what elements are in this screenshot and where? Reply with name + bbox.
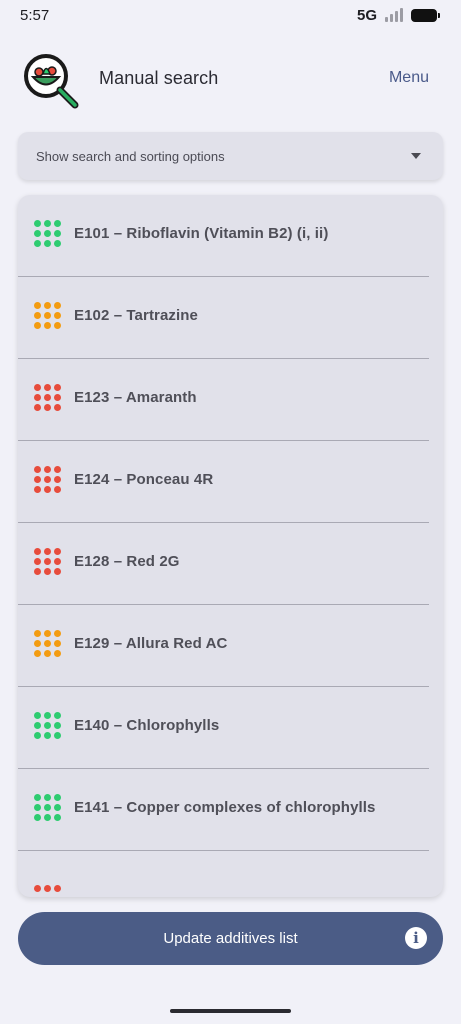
rating-dots-icon (34, 465, 61, 493)
additive-label: E140 – Chlorophylls (74, 716, 220, 734)
app-bar: Manual search Menu (0, 46, 461, 110)
info-icon[interactable]: i (405, 927, 427, 949)
list-item[interactable]: E129 – Allura Red AC (18, 605, 443, 687)
list-item[interactable]: E123 – Amaranth (18, 359, 443, 441)
additive-label: E124 – Ponceau 4R (74, 470, 214, 488)
status-time: 5:57 (20, 6, 50, 24)
signal-icon (385, 8, 403, 22)
list-item[interactable]: E128 – Red 2G (18, 523, 443, 605)
network-label: 5G (356, 6, 377, 24)
additives-list[interactable]: E101 – Riboflavin (Vitamin B2) (i, ii) E… (18, 195, 443, 897)
rating-dots-icon (34, 629, 61, 657)
status-icons: 5G (356, 6, 440, 24)
rating-dots-icon (34, 301, 61, 329)
home-indicator[interactable] (170, 1009, 291, 1013)
search-options-toggle[interactable]: Show search and sorting options (18, 132, 443, 180)
list-item[interactable]: E102 – Tartrazine (18, 277, 443, 359)
caret-down-icon (411, 153, 421, 159)
list-item[interactable]: E141 – Copper complexes of chlorophylls (18, 769, 443, 851)
search-options-label: Show search and sorting options (36, 148, 225, 164)
additive-label: E101 – Riboflavin (Vitamin B2) (i, ii) (74, 224, 329, 242)
list-item[interactable]: E124 – Ponceau 4R (18, 441, 443, 523)
update-additives-label: Update additives list (163, 930, 298, 947)
status-bar: 5:57 5G (0, 0, 461, 30)
menu-button[interactable]: Menu (389, 69, 429, 87)
additive-label: E102 – Tartrazine (74, 306, 198, 324)
page-title: Manual search (99, 68, 219, 88)
list-item[interactable]: E101 – Riboflavin (Vitamin B2) (i, ii) (18, 195, 443, 277)
additive-label: E128 – Red 2G (74, 552, 180, 570)
update-additives-button[interactable]: Update additives list i (18, 912, 443, 965)
rating-dots-icon (34, 711, 61, 739)
rating-dots-icon (34, 219, 61, 247)
list-item[interactable] (18, 851, 443, 892)
additive-label: E123 – Amaranth (74, 388, 197, 406)
rating-dots-icon (34, 793, 61, 821)
battery-icon (411, 8, 440, 22)
magnifier-salad-icon (24, 54, 79, 109)
rating-dots-icon (34, 884, 61, 892)
rating-dots-icon (34, 383, 61, 411)
additive-label: E141 – Copper complexes of chlorophylls (74, 798, 376, 816)
additive-label: E129 – Allura Red AC (74, 634, 228, 652)
rating-dots-icon (34, 547, 61, 575)
list-item[interactable]: E140 – Chlorophylls (18, 687, 443, 769)
